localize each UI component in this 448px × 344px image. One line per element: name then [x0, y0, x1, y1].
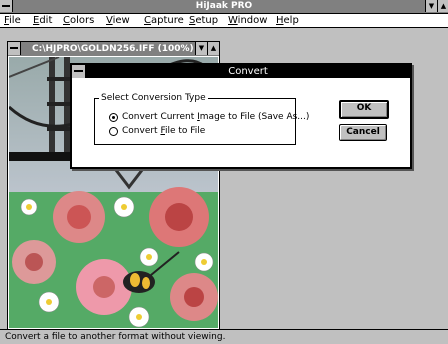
menu-edit[interactable]: Edit — [33, 14, 52, 27]
document-maximize-icon[interactable]: ▲ — [207, 42, 219, 55]
menu-view[interactable]: View — [106, 14, 130, 27]
document-title: C:\HJPRO\GOLDN256.IFF (100%) — [32, 44, 194, 54]
convert-dialog[interactable]: Convert Select Conversion Type Convert C… — [70, 63, 412, 169]
radio-button-checked[interactable] — [109, 113, 118, 122]
document-system-menu-icon[interactable] — [8, 42, 21, 55]
menu-help[interactable]: Help — [276, 14, 299, 27]
app-titlebar[interactable]: HiJaak PRO ▼ ▲ — [0, 0, 448, 14]
dialog-system-menu-icon[interactable] — [72, 65, 86, 78]
menu-bar: File Edit Colors View Capture Setup Wind… — [0, 14, 448, 28]
menu-colors[interactable]: Colors — [63, 14, 94, 27]
menu-window[interactable]: Window — [228, 14, 267, 27]
maximize-icon[interactable]: ▲ — [437, 0, 448, 12]
radio-button-unchecked[interactable] — [109, 127, 118, 136]
radio-convert-image-label: Convert Current Image to File (Save As..… — [122, 112, 310, 122]
menu-capture[interactable]: Capture — [144, 14, 184, 27]
ok-button[interactable]: OK — [339, 100, 389, 119]
dialog-title: Convert — [228, 66, 268, 77]
dialog-titlebar[interactable]: Convert — [72, 65, 410, 78]
conversion-type-group: Select Conversion Type Convert Current I… — [94, 92, 309, 145]
minimize-icon[interactable]: ▼ — [425, 0, 437, 12]
menu-setup[interactable]: Setup — [189, 14, 218, 27]
document-minimize-icon[interactable]: ▼ — [195, 42, 207, 55]
document-titlebar[interactable]: C:\HJPRO\GOLDN256.IFF (100%) ▼ ▲ — [8, 42, 219, 56]
status-bar: Convert a file to another format without… — [0, 329, 448, 344]
main-window: HiJaak PRO ▼ ▲ File Edit Colors View Cap… — [0, 0, 448, 344]
radio-convert-file-label: Convert File to File — [122, 126, 206, 136]
menu-file[interactable]: File — [4, 14, 21, 27]
app-title: HiJaak PRO — [195, 1, 253, 11]
cancel-button[interactable]: Cancel — [339, 124, 387, 141]
conversion-type-label: Select Conversion Type — [99, 92, 208, 104]
status-text: Convert a file to another format without… — [5, 332, 226, 342]
